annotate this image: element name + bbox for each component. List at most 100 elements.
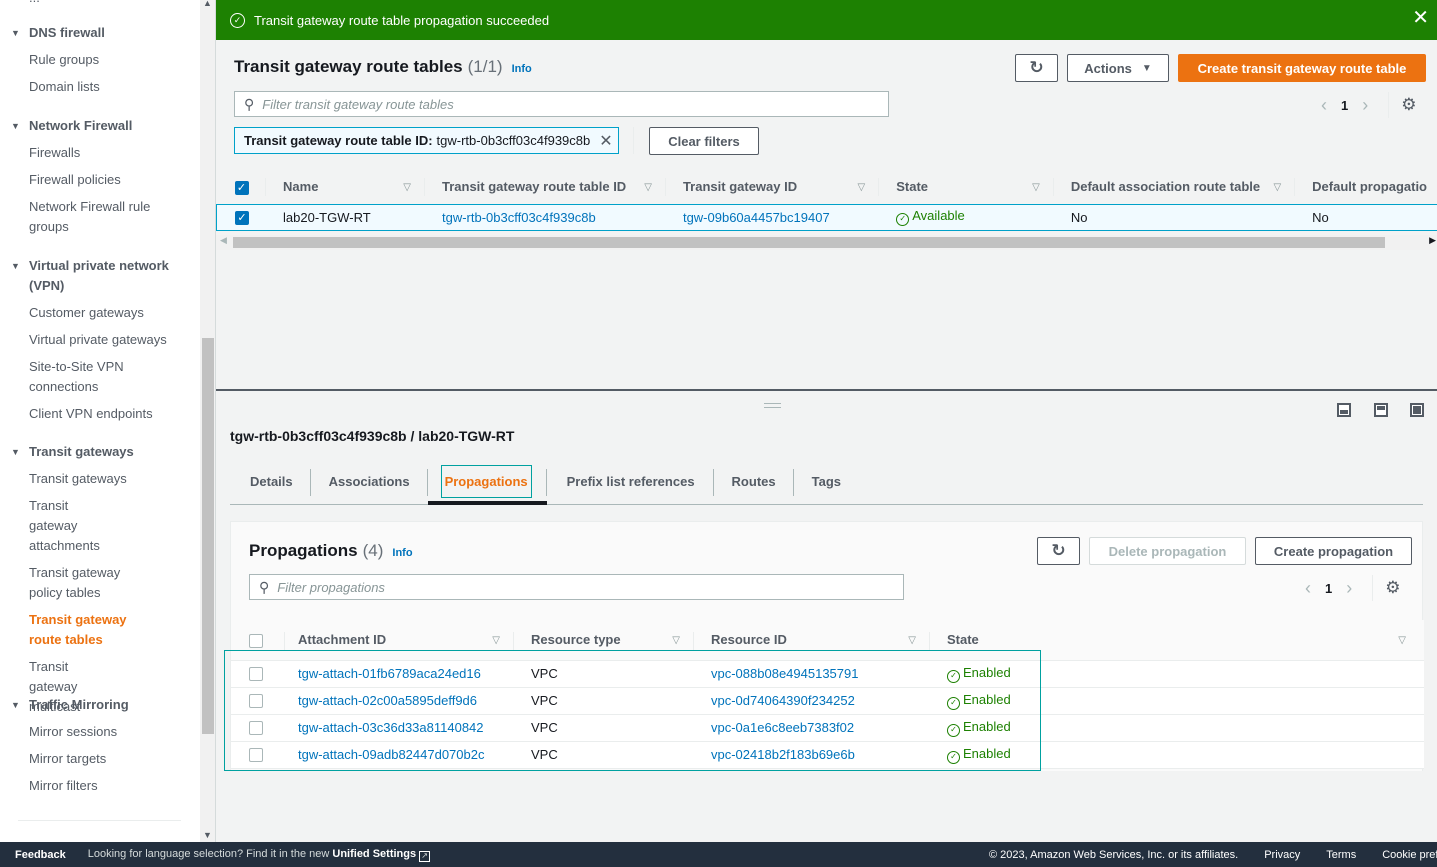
- sidebar-item-customer-gateways[interactable]: Customer gateways: [0, 303, 200, 323]
- gear-icon[interactable]: ⚙: [1385, 578, 1400, 598]
- info-link[interactable]: Info: [392, 547, 412, 559]
- resource-id-link[interactable]: vpc-02418b2f183b69e6b: [694, 741, 930, 769]
- sidebar-item-tgw-attachments[interactable]: Transit gateway attachments: [0, 496, 140, 556]
- scroll-right-icon[interactable]: ▶: [1429, 235, 1436, 246]
- gear-icon[interactable]: ⚙: [1401, 95, 1416, 115]
- column-header-tgw-id[interactable]: Transit gateway ID ▽: [665, 170, 880, 204]
- tab-routes[interactable]: Routes: [714, 459, 794, 504]
- tgw-id-link[interactable]: tgw-09b60a4457bc19407: [665, 203, 880, 231]
- table-row[interactable]: tgw-attach-03c36d33a81140842 VPC vpc-0a1…: [231, 714, 1424, 742]
- nav-section-toggle[interactable]: ▼ Traffic Mirroring: [0, 695, 200, 715]
- refresh-button[interactable]: ↻: [1015, 54, 1058, 82]
- feedback-link[interactable]: Feedback: [15, 849, 66, 861]
- rtb-id-link[interactable]: tgw-rtb-0b3cff03c4f939c8b: [424, 203, 666, 231]
- row-checkbox[interactable]: [249, 667, 263, 682]
- scrollbar-thumb[interactable]: [202, 338, 214, 734]
- panel-bottom-icon[interactable]: [1337, 403, 1351, 417]
- resource-id-link[interactable]: vpc-0d74064390f234252: [694, 687, 930, 715]
- actions-button[interactable]: Actions ▼: [1067, 54, 1169, 82]
- sidebar-item-client-vpn-endpoints[interactable]: Client VPN endpoints: [0, 404, 200, 424]
- table-row[interactable]: ✓ lab20-TGW-RT tgw-rtb-0b3cff03c4f939c8b…: [216, 203, 1437, 231]
- row-checkbox[interactable]: [249, 694, 263, 709]
- resource-id-link[interactable]: vpc-088b08e4945135791: [694, 660, 930, 688]
- scrollbar-thumb[interactable]: [233, 237, 1385, 248]
- sidebar-item-firewalls[interactable]: Firewalls: [0, 143, 200, 163]
- row-checkbox[interactable]: [249, 748, 263, 763]
- resource-id-link[interactable]: vpc-0a1e6c8eeb7383f02: [694, 714, 930, 742]
- create-propagation-button[interactable]: Create propagation: [1255, 537, 1412, 565]
- next-page-icon[interactable]: ›: [1354, 95, 1376, 116]
- create-route-table-button[interactable]: Create transit gateway route table: [1178, 54, 1426, 82]
- column-header-rtb-id[interactable]: Transit gateway route table ID ▽: [424, 170, 666, 204]
- tab-associations[interactable]: Associations: [311, 459, 428, 504]
- privacy-link[interactable]: Privacy: [1264, 849, 1300, 861]
- horizontal-scrollbar[interactable]: ◀ ▶: [216, 235, 1437, 250]
- sidebar-item-virtual-private-gateways[interactable]: Virtual private gateways: [0, 330, 200, 350]
- column-header-resource-id[interactable]: Resource ID ▽: [694, 620, 930, 661]
- prev-page-icon[interactable]: ‹: [1297, 578, 1319, 599]
- nav-section-toggle[interactable]: ▼ Transit gateways: [0, 442, 200, 462]
- select-all-checkbox[interactable]: ✓: [234, 180, 249, 195]
- resize-handle[interactable]: [764, 403, 781, 408]
- page-number[interactable]: 1: [1319, 581, 1338, 596]
- sidebar-item-site-to-site-vpn[interactable]: Site-to-Site VPN connections: [0, 357, 150, 397]
- table-row[interactable]: tgw-attach-02c00a5895deff9d6 VPC vpc-0d7…: [231, 687, 1424, 715]
- table-row[interactable]: tgw-attach-09adb82447d070b2c VPC vpc-024…: [231, 741, 1424, 769]
- nav-section-toggle[interactable]: ▼ DNS firewall: [0, 23, 200, 43]
- nav-section-toggle[interactable]: ▼ Network Firewall: [0, 116, 200, 136]
- row-checkbox[interactable]: [249, 721, 263, 736]
- page-number[interactable]: 1: [1335, 98, 1354, 113]
- row-checkbox[interactable]: ✓: [235, 210, 249, 225]
- scroll-left-icon[interactable]: ◀: [220, 235, 227, 246]
- panel-side-icon[interactable]: [1374, 403, 1388, 417]
- remove-token-icon[interactable]: ✕: [599, 131, 612, 151]
- attachment-id-link[interactable]: tgw-attach-03c36d33a81140842: [285, 714, 514, 742]
- terms-link[interactable]: Terms: [1326, 849, 1356, 861]
- sidebar-item-tgw-policy-tables[interactable]: Transit gateway policy tables: [0, 563, 170, 603]
- sidebar-item-transit-gateways[interactable]: Transit gateways: [0, 469, 200, 489]
- close-icon[interactable]: ✕: [1412, 8, 1429, 28]
- selection-count: (1/1): [467, 57, 503, 76]
- sort-icon: ▽: [1398, 635, 1406, 646]
- column-header-attachment-id[interactable]: Attachment ID ▽: [285, 620, 514, 661]
- refresh-button[interactable]: ↻: [1037, 537, 1080, 565]
- sidebar-item-domain-lists[interactable]: Domain lists: [0, 77, 200, 97]
- sidebar-item-mirror-filters[interactable]: Mirror filters: [0, 776, 200, 796]
- column-header-state[interactable]: State ▽: [930, 620, 1424, 661]
- info-link[interactable]: Info: [512, 63, 532, 75]
- attachment-id-link[interactable]: tgw-attach-02c00a5895deff9d6: [285, 687, 514, 715]
- column-header-default-assoc[interactable]: Default association route table ▽: [1053, 170, 1296, 204]
- tab-tags[interactable]: Tags: [794, 459, 859, 504]
- column-header-state[interactable]: State ▽: [879, 170, 1054, 204]
- sidebar-item-rule-groups[interactable]: Rule groups: [0, 50, 200, 70]
- clear-filters-button[interactable]: Clear filters: [649, 127, 759, 155]
- cookie-preferences-link[interactable]: Cookie prefer: [1382, 849, 1437, 861]
- tab-details[interactable]: Details: [230, 459, 311, 504]
- attachment-id-link[interactable]: tgw-attach-09adb82447d070b2c: [285, 741, 514, 769]
- sort-icon: ▽: [492, 635, 500, 646]
- scroll-up-icon[interactable]: ▲: [203, 0, 212, 8]
- prev-page-icon[interactable]: ‹: [1313, 95, 1335, 116]
- sidebar-item-tgw-route-tables[interactable]: Transit gateway route tables: [0, 610, 170, 650]
- sidebar-item-firewall-policies[interactable]: Firewall policies: [0, 170, 200, 190]
- column-header-name[interactable]: Name ▽: [266, 170, 425, 204]
- tab-prefix-list-references[interactable]: Prefix list references: [547, 459, 714, 504]
- column-header-resource-type[interactable]: Resource type ▽: [514, 620, 694, 661]
- delete-propagation-button[interactable]: Delete propagation: [1089, 537, 1246, 565]
- unified-settings-link[interactable]: Unified Settings: [332, 848, 416, 860]
- route-tables-filter-input[interactable]: ⚲ Filter transit gateway route tables: [234, 91, 889, 117]
- panel-full-icon[interactable]: [1410, 403, 1424, 417]
- attachment-id-link[interactable]: tgw-attach-01fb6789aca24ed16: [285, 660, 514, 688]
- select-all-checkbox[interactable]: [249, 633, 263, 648]
- scroll-down-icon[interactable]: ▼: [203, 830, 212, 840]
- column-header-default-prop[interactable]: Default propagatio: [1295, 170, 1437, 204]
- sidebar-item-network-firewall-rule-groups[interactable]: Network Firewall rule groups: [0, 197, 200, 237]
- propagations-filter-input[interactable]: ⚲ Filter propagations: [249, 574, 904, 600]
- sidebar-scrollbar[interactable]: ▲ ▼: [200, 0, 216, 842]
- next-page-icon[interactable]: ›: [1338, 578, 1360, 599]
- table-row[interactable]: tgw-attach-01fb6789aca24ed16 VPC vpc-088…: [231, 660, 1424, 688]
- tab-propagations[interactable]: Propagations: [427, 459, 547, 505]
- sidebar-item-mirror-sessions[interactable]: Mirror sessions: [0, 722, 200, 742]
- nav-section-toggle[interactable]: ▼ Virtual private network (VPN): [0, 256, 200, 296]
- sidebar-item-mirror-targets[interactable]: Mirror targets: [0, 749, 200, 769]
